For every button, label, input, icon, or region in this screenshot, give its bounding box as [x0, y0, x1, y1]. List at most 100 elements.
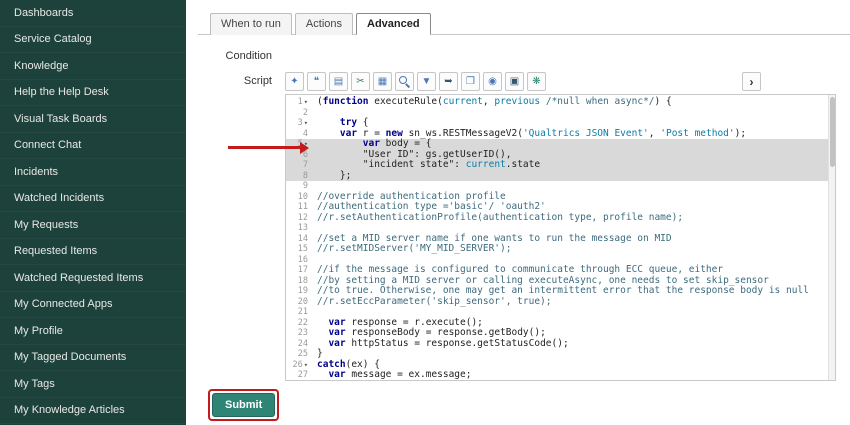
- code-line-21[interactable]: 21: [286, 307, 835, 318]
- tab-bar: When to runActionsAdvanced: [198, 0, 850, 35]
- tab-when-to-run[interactable]: When to run: [210, 13, 292, 35]
- search-button[interactable]: [395, 72, 414, 91]
- code-line-27[interactable]: 27 var message = ex.message;: [286, 370, 835, 381]
- code-text: [310, 108, 317, 119]
- sidebar-item-my-profile[interactable]: My Profile: [0, 318, 186, 345]
- globe-button[interactable]: ◉: [483, 72, 502, 91]
- tab-actions[interactable]: Actions: [295, 13, 353, 35]
- sidebar-item-label: Visual Task Boards: [14, 113, 107, 125]
- comment-icon: ❝: [314, 77, 319, 87]
- chevron-right-icon: ›: [750, 75, 754, 89]
- script-code-editor[interactable]: 1▾(function executeRule(current, previou…: [285, 94, 836, 381]
- replace-icon: ▦: [378, 77, 387, 87]
- code-text: var httpStatus = response.getStatusCode(…: [310, 339, 569, 350]
- code-line-24[interactable]: 24 var httpStatus = response.getStatusCo…: [286, 339, 835, 350]
- code-line-5[interactable]: 5▾ var body = {: [286, 139, 835, 150]
- sidebar-item-dashboards[interactable]: Dashboards: [0, 0, 186, 27]
- condition-label: Condition: [198, 47, 285, 62]
- cut-icon: ✂: [356, 77, 364, 87]
- redo-arrow-icon: ➥: [444, 77, 452, 87]
- code-line-1[interactable]: 1▾(function executeRule(current, previou…: [286, 97, 835, 108]
- format-code-button[interactable]: ✦: [285, 72, 304, 91]
- submit-button[interactable]: Submit: [212, 393, 275, 417]
- sidebar-item-my-connected-apps[interactable]: My Connected Apps: [0, 292, 186, 319]
- sidebar-item-label: Service Catalog: [14, 33, 92, 45]
- expand-toolbar-button[interactable]: ›: [742, 72, 761, 91]
- line-number: 13: [286, 223, 310, 234]
- main-content: When to runActionsAdvanced Condition Scr…: [186, 0, 850, 425]
- code-line-23[interactable]: 23 var responseBody = response.getBody()…: [286, 328, 835, 339]
- sidebar-item-my-tagged-documents[interactable]: My Tagged Documents: [0, 345, 186, 372]
- line-number: 11: [286, 202, 310, 213]
- editor-toolbar-row: ✦ ❝ ▤ ✂ ▦ ▼ ➥ ❐◉▣ ❋ ›: [285, 72, 761, 91]
- sidebar-item-knowledge[interactable]: Knowledge: [0, 53, 186, 80]
- sidebar-item-label: Watched Incidents: [14, 192, 104, 204]
- line-number: 2: [286, 108, 310, 119]
- line-number: 16: [286, 255, 310, 266]
- popout-button[interactable]: ❐: [461, 72, 480, 91]
- editor-scrollbar[interactable]: [828, 95, 835, 380]
- toggle-lines-button[interactable]: ▤: [329, 72, 348, 91]
- code-text: //r.setEccParameter('skip_sensor', true)…: [310, 297, 552, 308]
- sidebar: Dashboards Service Catalog Knowledge Help t…: [0, 0, 186, 425]
- sidebar-item-visual-task-boards[interactable]: Visual Task Boards: [0, 106, 186, 133]
- save-button[interactable]: ▣: [505, 72, 524, 91]
- sidebar-item-label: My Knowledge Articles: [14, 404, 125, 416]
- settings-icon: ❋: [532, 77, 540, 87]
- tab-advanced[interactable]: Advanced: [356, 13, 431, 35]
- redo-arrow-button[interactable]: ➥: [439, 72, 458, 91]
- sidebar-item-label: Connect Chat: [14, 139, 81, 151]
- line-number: 15: [286, 244, 310, 255]
- line-number: 17: [286, 265, 310, 276]
- code-text: (function executeRule(current, previous …: [310, 97, 672, 108]
- code-text: //r.setAuthenticationProfile(authenticat…: [310, 213, 683, 224]
- sidebar-item-watched-requested-items[interactable]: Watched Requested Items: [0, 265, 186, 292]
- code-line-7[interactable]: 7 "incident state": current.state: [286, 160, 835, 171]
- code-text: //r.setMIDServer('MY_MID_SERVER');: [310, 244, 511, 255]
- code-lines: 1▾(function executeRule(current, previou…: [286, 97, 835, 381]
- sidebar-item-label: My Connected Apps: [14, 298, 112, 310]
- sidebar-item-label: My Tagged Documents: [14, 351, 126, 363]
- line-number: 20: [286, 297, 310, 308]
- sidebar-item-my-knowledge-articles[interactable]: My Knowledge Articles: [0, 398, 186, 425]
- line-number: 14: [286, 234, 310, 245]
- line-number: 7: [286, 160, 310, 171]
- code-text: [310, 223, 317, 234]
- line-number: 22: [286, 318, 310, 329]
- fold-marker-icon[interactable]: ▾: [304, 119, 308, 127]
- sidebar-item-my-requests[interactable]: My Requests: [0, 212, 186, 239]
- sidebar-item-help-the-help-desk[interactable]: Help the Help Desk: [0, 80, 186, 107]
- cut-button[interactable]: ✂: [351, 72, 370, 91]
- sidebar-item-watched-incidents[interactable]: Watched Incidents: [0, 186, 186, 213]
- chevron-down-icon: ▼: [422, 77, 432, 87]
- code-text: "incident state": current.state: [310, 160, 540, 171]
- code-line-15[interactable]: 15//r.setMIDServer('MY_MID_SERVER');: [286, 244, 835, 255]
- line-number: 26▾: [286, 360, 310, 371]
- script-label: Script: [198, 72, 285, 87]
- sidebar-item-my-tags[interactable]: My Tags: [0, 371, 186, 398]
- editor-scrollbar-thumb[interactable]: [830, 97, 835, 167]
- code-line-25[interactable]: 25}: [286, 349, 835, 360]
- fold-marker-icon[interactable]: ▾: [304, 98, 308, 106]
- code-line-12[interactable]: 12//r.setAuthenticationProfile(authentic…: [286, 213, 835, 224]
- sidebar-item-label: Incidents: [14, 166, 58, 178]
- fold-marker-icon[interactable]: ▾: [304, 361, 308, 369]
- replace-button[interactable]: ▦: [373, 72, 392, 91]
- sidebar-item-incidents[interactable]: Incidents: [0, 159, 186, 186]
- sidebar-item-label: Requested Items: [14, 245, 97, 257]
- sidebar-item-label: Knowledge: [14, 60, 68, 72]
- search-icon: [399, 76, 410, 87]
- code-line-20[interactable]: 20//r.setEccParameter('skip_sensor', tru…: [286, 297, 835, 308]
- script-row: Script ✦ ❝ ▤ ✂ ▦ ▼ ➥ ❐◉▣ ❋ › 1▾(function execute…: [198, 72, 850, 381]
- comment-button[interactable]: ❝: [307, 72, 326, 91]
- sidebar-item-label: Help the Help Desk: [14, 86, 109, 98]
- sidebar-item-service-catalog[interactable]: Service Catalog: [0, 27, 186, 54]
- sidebar-item-label: Dashboards: [14, 7, 73, 19]
- sidebar-item-connect-chat[interactable]: Connect Chat: [0, 133, 186, 160]
- chevron-down-button[interactable]: ▼: [417, 72, 436, 91]
- code-line-8[interactable]: 8 };: [286, 171, 835, 182]
- sidebar-item-label: My Tags: [14, 378, 55, 390]
- sidebar-item-requested-items[interactable]: Requested Items: [0, 239, 186, 266]
- settings-button[interactable]: ❋: [527, 72, 546, 91]
- code-text: [310, 181, 317, 192]
